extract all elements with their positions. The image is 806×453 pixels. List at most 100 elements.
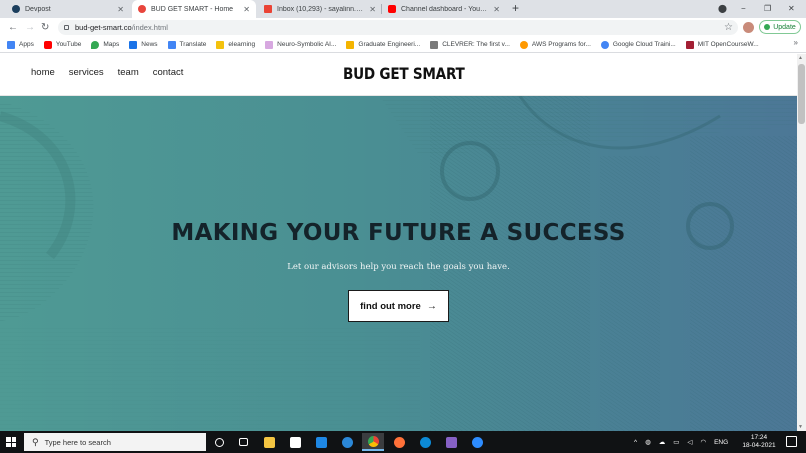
bookmark-label: AWS Programs for... (531, 41, 591, 48)
bookmark-graduate-engineering[interactable]: Graduate Engineeri... (346, 40, 420, 49)
bookmark-maps[interactable]: Maps (91, 40, 120, 49)
show-hidden-icons-icon[interactable]: ^ (634, 439, 637, 446)
notifications-icon[interactable] (786, 436, 797, 447)
close-window-button[interactable]: ✕ (788, 0, 795, 18)
forward-icon[interactable]: → (25, 20, 35, 35)
bookmark-neuro-symbolic[interactable]: Neuro-Symbolic AI... (265, 40, 336, 49)
nav-services-link[interactable]: services (69, 67, 104, 78)
tab-search-icon[interactable]: ⬤ (718, 0, 727, 18)
tab-title: Channel dashboard - YouTube St (401, 5, 489, 13)
system-tray: ^ ◍ ☁ ▭ ◁ ◠ ENG (634, 431, 728, 453)
battery-icon[interactable]: ▭ (673, 438, 679, 446)
translate-icon (167, 40, 176, 49)
close-tab-icon[interactable]: ✕ (369, 5, 376, 14)
page-scrollbar[interactable]: ▲ ▼ (797, 54, 806, 431)
search-icon: ⚲ (32, 436, 39, 447)
devpost-favicon-icon (12, 5, 20, 13)
back-icon[interactable]: ← (8, 20, 18, 35)
hero-section: MAKING YOUR FUTURE A SUCCESS Let our adv… (0, 96, 797, 431)
taskbar-clock[interactable]: 17:24 18-04-2021 (741, 434, 777, 450)
bookmark-mit-ocw[interactable]: MIT OpenCourseW... (685, 40, 759, 49)
bookmark-google-cloud[interactable]: Google Cloud Traini... (600, 40, 676, 49)
task-view-icon[interactable] (232, 433, 254, 451)
scrollbar-thumb[interactable] (798, 64, 805, 124)
nav-contact-link[interactable]: contact (153, 67, 184, 78)
site-header: home services team contact BUD GET SMART (0, 54, 797, 96)
tab-devpost[interactable]: Devpost ✕ (6, 0, 130, 18)
minimize-button[interactable]: − (741, 0, 746, 18)
bookmark-clevrer[interactable]: CLEVRER: The first v... (430, 40, 510, 49)
bookmark-label: Google Cloud Traini... (612, 41, 676, 48)
edge-legacy-icon[interactable] (336, 433, 358, 451)
tab-bud-get-smart[interactable]: BUD GET SMART - Home ✕ (132, 0, 256, 18)
reload-icon[interactable]: ↻ (41, 20, 49, 35)
chrome-icon[interactable] (362, 433, 384, 451)
page-favicon-icon (265, 40, 274, 49)
mail-icon[interactable] (310, 433, 332, 451)
tab-strip: Devpost ✕ BUD GET SMART - Home ✕ Inbox (… (0, 0, 806, 18)
close-tab-icon[interactable]: ✕ (243, 5, 250, 14)
bookmark-youtube[interactable]: YouTube (43, 40, 82, 49)
page-favicon-icon (346, 40, 355, 49)
taskbar-search[interactable]: ⚲ Type here to search (24, 433, 206, 451)
web-page: home services team contact BUD GET SMART (0, 54, 797, 431)
bookmark-translate[interactable]: Translate (167, 40, 207, 49)
start-button[interactable] (0, 431, 22, 453)
nav-home-link[interactable]: home (31, 67, 55, 78)
visual-studio-icon[interactable] (440, 433, 462, 451)
nav-team-link[interactable]: team (118, 67, 139, 78)
mit-icon (685, 40, 694, 49)
wifi-icon[interactable]: ◠ (700, 438, 706, 446)
site-logo[interactable]: BUD GET SMART (343, 64, 465, 83)
update-dot-icon (764, 24, 771, 30)
address-bar[interactable]: bud-get-smart.co/index.html (58, 20, 738, 35)
folder-icon (216, 40, 225, 49)
bookmark-star-icon[interactable]: ☆ (724, 21, 733, 34)
tab-title: Inbox (10,293) - sayalinn.17@gm (277, 5, 365, 13)
arrow-right-icon: → (426, 300, 437, 312)
find-out-more-button[interactable]: find out more → (348, 290, 449, 322)
update-button[interactable]: Update (759, 20, 801, 34)
shield-icon[interactable]: ◍ (645, 438, 651, 446)
scroll-up-icon[interactable]: ▲ (798, 55, 803, 61)
address-path: /index.html (131, 23, 168, 32)
edge-icon[interactable] (414, 433, 436, 451)
firefox-icon[interactable] (388, 433, 410, 451)
site-nav: home services team contact (31, 67, 197, 78)
profile-avatar[interactable] (743, 22, 754, 33)
bookmark-label: YouTube (55, 41, 82, 48)
bookmark-label: MIT OpenCourseW... (697, 41, 759, 48)
site-favicon-icon (138, 5, 146, 13)
bookmark-label: CLEVRER: The first v... (442, 41, 510, 48)
close-tab-icon[interactable]: ✕ (493, 5, 500, 14)
youtube-favicon-icon (388, 5, 396, 13)
bookmarks-bar: Apps YouTube Maps News Translate elearni… (0, 37, 806, 53)
bookmark-label: News (141, 41, 158, 48)
apps-grid-icon (7, 40, 15, 49)
tab-youtube-studio[interactable]: Channel dashboard - YouTube St ✕ (382, 0, 506, 18)
bookmark-apps[interactable]: Apps (7, 40, 34, 49)
bookmark-elearning[interactable]: elearning (216, 40, 255, 49)
tab-inbox[interactable]: Inbox (10,293) - sayalinn.17@gm ✕ (258, 0, 382, 18)
tab-title: BUD GET SMART - Home (151, 5, 234, 13)
speaker-icon[interactable]: ◁ (687, 438, 692, 446)
windows-taskbar: ⚲ Type here to search ^ ◍ ☁ ▭ ◁ ◠ ENG 17… (0, 431, 806, 453)
bookmarks-overflow-icon[interactable]: » (794, 38, 798, 47)
close-tab-icon[interactable]: ✕ (117, 5, 124, 14)
file-explorer-icon[interactable] (258, 433, 280, 451)
language-indicator[interactable]: ENG (714, 439, 728, 446)
store-icon[interactable] (284, 433, 306, 451)
onedrive-icon[interactable]: ☁ (659, 438, 666, 446)
bookmark-label: Maps (103, 41, 120, 48)
search-placeholder: Type here to search (44, 437, 111, 447)
bookmark-aws[interactable]: AWS Programs for... (519, 40, 591, 49)
scroll-down-icon[interactable]: ▼ (798, 424, 803, 430)
lock-icon (64, 25, 69, 30)
new-tab-button[interactable]: + (512, 0, 519, 18)
bookmark-news[interactable]: News (129, 40, 158, 49)
zoom-icon[interactable] (466, 433, 488, 451)
bookmark-label: Apps (19, 41, 34, 48)
maximize-button[interactable]: ❐ (764, 0, 771, 18)
cortana-icon[interactable] (208, 433, 230, 451)
bookmark-label: Translate (179, 41, 207, 48)
